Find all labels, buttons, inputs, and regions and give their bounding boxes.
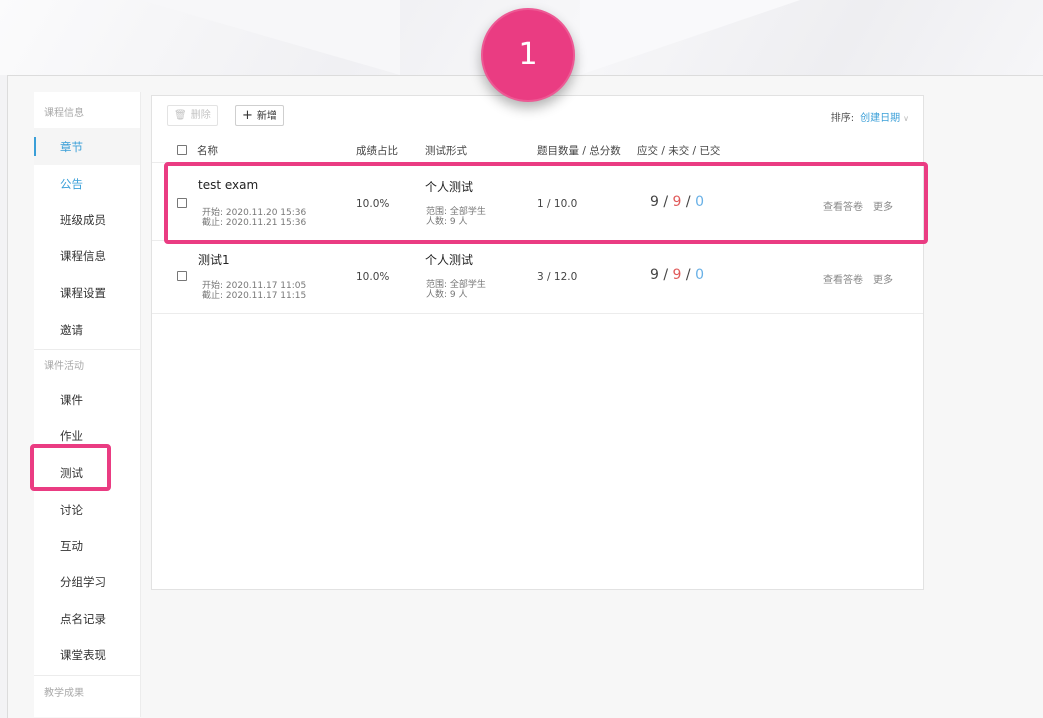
question-count: 3 / 12.0 <box>537 271 578 283</box>
header-stats: 应交 / 未交 / 已交 <box>637 145 721 157</box>
highlight-box <box>164 162 928 244</box>
divider <box>34 349 140 350</box>
sort-label: 排序: <box>830 113 855 124</box>
sidebar-item-course-settings[interactable]: 课程设置 <box>34 274 140 311</box>
sidebar-item-label: 课程信息 <box>60 249 106 263</box>
sidebar-item-members[interactable]: 班级成员 <box>34 201 140 238</box>
sidebar-item-chapters[interactable]: 章节 <box>34 128 140 165</box>
background-facet <box>580 0 800 75</box>
row-actions: 查看答卷 更多 <box>823 271 903 286</box>
sidebar-item-invite[interactable]: 邀请 <box>34 311 140 348</box>
select-all-checkbox[interactable] <box>177 145 187 155</box>
sidebar-item-label: 课堂表现 <box>60 648 106 662</box>
scope-count: 人数: 9 人 <box>426 290 468 300</box>
sidebar-item-label: 分组学习 <box>60 575 106 589</box>
sidebar-item-label: 章节 <box>60 140 83 154</box>
not-submitted-count[interactable]: 9 <box>673 267 682 283</box>
sort-control[interactable]: 排序: 创建日期 ∨ <box>831 109 909 124</box>
end-time: 截止: 2020.11.17 11:15 <box>202 291 307 301</box>
sidebar-item-announcements[interactable]: 公告 <box>34 165 140 202</box>
step-badge: 1 <box>481 8 575 102</box>
sidebar-item-label: 班级成员 <box>60 213 106 227</box>
chevron-down-icon: ∨ <box>903 114 909 123</box>
delete-button-label: 删除 <box>190 110 211 121</box>
table-header: 名称 成绩占比 测试形式 题目数量 / 总分数 应交 / 未交 / 已交 <box>152 138 923 163</box>
table-row: 测试1 开始: 2020.11.17 11:05 截止: 2020.11.17 … <box>152 241 923 314</box>
header-percent: 成绩占比 <box>356 145 398 157</box>
test-mode: 个人测试 <box>425 253 474 267</box>
sidebar-section-title: 课程信息 <box>44 108 84 119</box>
header-questions: 题目数量 / 总分数 <box>537 145 621 157</box>
submitted-count[interactable]: 0 <box>695 267 704 283</box>
sidebar: 课程信息 章节 公告 班级成员 课程信息 课程设置 邀请 课件活动 课件 作业 … <box>34 92 141 717</box>
sidebar-item-interaction[interactable]: 互动 <box>34 527 140 564</box>
more-link[interactable]: 更多 <box>873 275 893 286</box>
sidebar-item-group-study[interactable]: 分组学习 <box>34 563 140 600</box>
submission-stats: 9 / 9 / 0 <box>650 267 705 283</box>
trash-icon: 🗑︎ <box>174 110 187 121</box>
sidebar-item-label: 互动 <box>60 539 83 553</box>
sidebar-item-label: 课程设置 <box>60 286 106 300</box>
test-scope: 范围: 全部学生 人数: 9 人 <box>426 280 486 300</box>
view-answers-link[interactable]: 查看答卷 <box>823 275 863 286</box>
plus-icon: + <box>242 108 253 123</box>
sidebar-item-label: 讨论 <box>60 503 83 517</box>
sidebar-item-label: 邀请 <box>60 323 83 337</box>
highlight-box <box>30 444 111 491</box>
scope-range: 范围: 全部学生 <box>426 280 486 290</box>
sort-value[interactable]: 创建日期 <box>860 113 900 124</box>
row-checkbox[interactable] <box>177 271 187 281</box>
add-button[interactable]: + 新增 <box>235 105 284 126</box>
sidebar-item-discussion[interactable]: 讨论 <box>34 491 140 528</box>
sidebar-section-title: 课件活动 <box>44 361 84 372</box>
background-facet <box>140 0 400 75</box>
should-submit-count: 9 <box>650 267 659 283</box>
header-mode: 测试形式 <box>425 145 467 157</box>
sidebar-item-label: 作业 <box>60 429 83 443</box>
score-percent: 10.0% <box>356 271 390 283</box>
sidebar-item-course-info[interactable]: 课程信息 <box>34 237 140 274</box>
start-time: 开始: 2020.11.17 11:05 <box>202 281 307 291</box>
divider <box>34 675 140 676</box>
sidebar-item-label: 点名记录 <box>60 612 106 626</box>
sidebar-section-title: 教学成果 <box>44 688 84 699</box>
active-indicator <box>34 137 36 156</box>
test-name[interactable]: 测试1 <box>198 251 230 268</box>
sidebar-item-label: 课件 <box>60 393 83 407</box>
sidebar-item-label: 公告 <box>60 177 83 191</box>
sidebar-item-attendance[interactable]: 点名记录 <box>34 600 140 637</box>
delete-button[interactable]: 🗑︎ 删除 <box>167 105 218 126</box>
header-name: 名称 <box>197 145 218 157</box>
add-button-label: 新增 <box>256 111 277 122</box>
sidebar-item-class-performance[interactable]: 课堂表现 <box>34 636 140 673</box>
sidebar-item-courseware[interactable]: 课件 <box>34 381 140 418</box>
test-time: 开始: 2020.11.17 11:05 截止: 2020.11.17 11:1… <box>202 281 306 301</box>
